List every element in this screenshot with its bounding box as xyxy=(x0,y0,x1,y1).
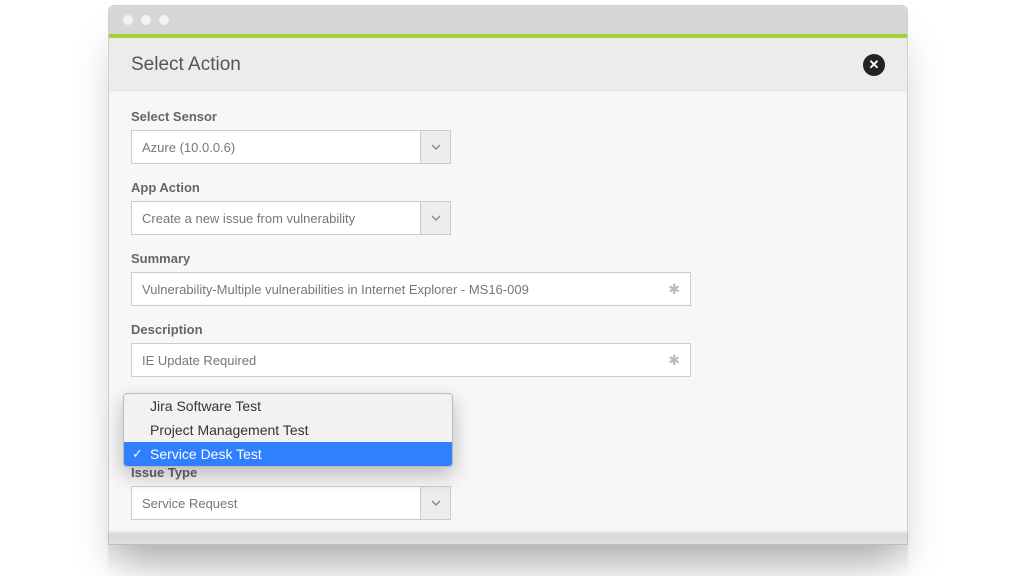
dialog-window: Select Action ✕ Select Sensor Azure (10.… xyxy=(108,5,908,545)
select-sensor-value: Azure (10.0.0.6) xyxy=(132,140,420,155)
input-summary[interactable]: Vulnerability-Multiple vulnerabilities i… xyxy=(131,272,691,306)
field-issue-type: Issue Type Service Request xyxy=(131,465,885,520)
input-summary-value: Vulnerability-Multiple vulnerabilities i… xyxy=(142,282,529,297)
field-select-sensor: Select Sensor Azure (10.0.0.6) xyxy=(131,109,885,164)
field-summary: Summary Vulnerability-Multiple vulnerabi… xyxy=(131,251,885,306)
chevron-down-icon xyxy=(420,131,450,163)
close-button[interactable]: ✕ xyxy=(863,54,885,76)
close-icon: ✕ xyxy=(869,57,880,73)
field-description: Description IE Update Required ✱ xyxy=(131,322,885,377)
label-app-action: App Action xyxy=(131,180,885,195)
project-option[interactable]: Project Management Test xyxy=(124,418,452,442)
required-icon: ✱ xyxy=(668,352,680,369)
required-icon: ✱ xyxy=(668,281,680,298)
select-issue-type[interactable]: Service Request xyxy=(131,486,451,520)
form-body: Select Sensor Azure (10.0.0.6) App Actio… xyxy=(109,91,907,544)
project-option-selected[interactable]: Service Desk Test xyxy=(124,442,452,466)
input-description-value: IE Update Required xyxy=(142,353,256,368)
chevron-down-icon xyxy=(420,202,450,234)
select-sensor[interactable]: Azure (10.0.0.6) xyxy=(131,130,451,164)
traffic-light-dot xyxy=(123,15,133,25)
traffic-light-dot xyxy=(159,15,169,25)
select-app-action[interactable]: Create a new issue from vulnerability xyxy=(131,201,451,235)
input-description[interactable]: IE Update Required ✱ xyxy=(131,343,691,377)
dialog-title: Select Action xyxy=(131,54,241,76)
label-issue-type: Issue Type xyxy=(131,465,885,480)
project-dropdown-popup: Jira Software Test Project Management Te… xyxy=(123,393,453,467)
label-select-sensor: Select Sensor xyxy=(131,109,885,124)
select-app-action-value: Create a new issue from vulnerability xyxy=(132,211,420,226)
window-chrome xyxy=(109,6,907,34)
traffic-light-dot xyxy=(141,15,151,25)
label-description: Description xyxy=(131,322,885,337)
chevron-down-icon xyxy=(420,487,450,519)
label-summary: Summary xyxy=(131,251,885,266)
window-reflection xyxy=(108,532,908,576)
dialog-header: Select Action ✕ xyxy=(109,38,907,91)
field-project: Jira Software Test Project Management Te… xyxy=(131,393,885,449)
project-option[interactable]: Jira Software Test xyxy=(124,394,452,418)
field-app-action: App Action Create a new issue from vulne… xyxy=(131,180,885,235)
select-issue-type-value: Service Request xyxy=(132,496,420,511)
